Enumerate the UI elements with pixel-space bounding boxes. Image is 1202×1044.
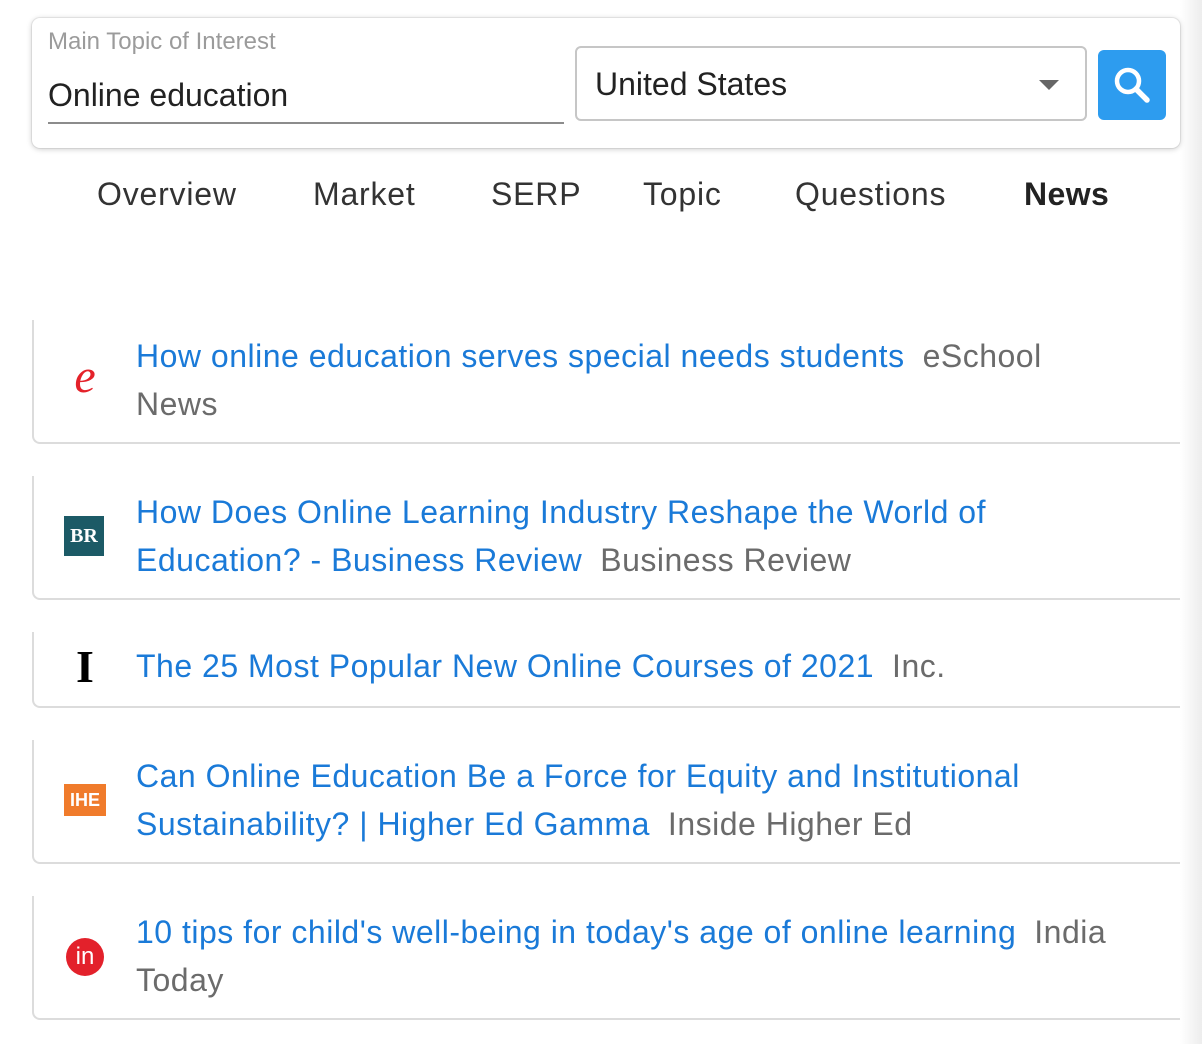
news-text: The 25 Most Popular New Online Courses o… [136,642,1126,690]
news-title-link[interactable]: How online education serves special need… [136,338,905,374]
news-item: BR How Does Online Learning Industry Res… [32,476,1180,600]
search-card: Main Topic of Interest United States [32,18,1180,148]
news-text: How online education serves special need… [136,332,1126,428]
news-title-link[interactable]: 10 tips for child's well-being in today'… [136,914,1016,950]
topic-input[interactable] [48,72,558,118]
news-source: Inc. [892,648,946,684]
tab-market[interactable]: Market [313,176,416,213]
news-source: Business Review [600,542,852,578]
country-select[interactable]: United States [575,46,1087,121]
search-icon [1114,67,1150,103]
page: Main Topic of Interest United States Ove… [0,0,1202,1044]
tab-overview[interactable]: Overview [97,176,237,213]
inc-logo: I [76,641,94,692]
tab-news[interactable]: News [1024,176,1109,213]
news-text: Can Online Education Be a Force for Equi… [136,752,1126,848]
news-item: IHE Can Online Education Be a Force for … [32,740,1180,864]
business-review-logo: BR [64,516,104,556]
country-value: United States [595,66,788,102]
news-text: How Does Online Learning Industry Reshap… [136,488,1126,584]
dropdown-arrow-icon [1039,80,1059,90]
search-button[interactable] [1098,50,1166,120]
eschool-news-logo: e [74,350,96,403]
tab-serp[interactable]: SERP [491,176,581,213]
topic-label: Main Topic of Interest [48,28,276,55]
news-item: e How online education serves special ne… [32,320,1180,444]
news-text: 10 tips for child's well-being in today'… [136,908,1126,1004]
news-item: I The 25 Most Popular New Online Courses… [32,632,1180,708]
inside-higher-ed-logo: IHE [64,784,106,816]
news-title-link[interactable]: How Does Online Learning Industry Reshap… [136,494,986,578]
scroll-shadow [1180,0,1202,1044]
news-title-link[interactable]: The 25 Most Popular New Online Courses o… [136,648,874,684]
news-item: in 10 tips for child's well-being in tod… [32,896,1180,1020]
tab-bar: Overview Market SERP Topic Questions New… [0,170,1202,230]
tab-topic[interactable]: Topic [643,176,722,213]
news-source: Inside Higher Ed [667,806,913,842]
tab-questions[interactable]: Questions [795,176,946,213]
topic-field[interactable]: Main Topic of Interest [48,26,564,124]
india-today-logo: in [66,938,104,976]
